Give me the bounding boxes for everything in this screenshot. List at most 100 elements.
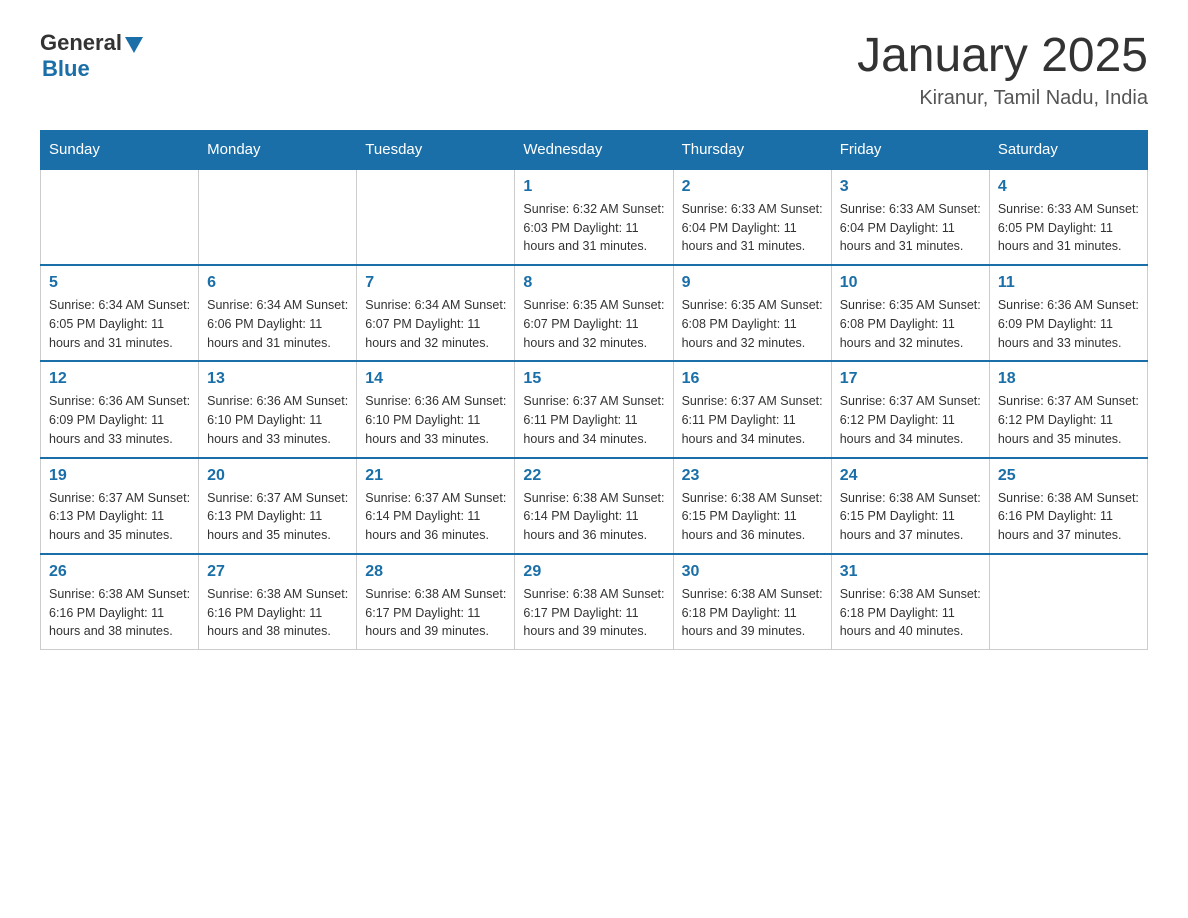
calendar-cell: 12 Sunrise: 6:36 AM Sunset: 6:09 PM Dayli… xyxy=(41,361,199,457)
calendar-cell: 17 Sunrise: 6:37 AM Sunset: 6:12 PM Dayli… xyxy=(831,361,989,457)
day-info: Sunrise: 6:35 AM Sunset: 6:08 PM Dayligh… xyxy=(840,296,981,352)
calendar-cell: 29Sunrise: 6:38 AM Sunset: 6:17 PM Dayli… xyxy=(515,554,673,650)
calendar-cell: 4 Sunrise: 6:33 AM Sunset: 6:05 PM Daylig… xyxy=(989,169,1147,265)
day-info: Sunrise: 6:36 AM Sunset: 6:10 PM Dayligh… xyxy=(365,392,506,448)
calendar-cell: 9 Sunrise: 6:35 AM Sunset: 6:08 PM Daylig… xyxy=(673,265,831,361)
day-info: Sunrise: 6:37 AM Sunset: 6:12 PM Dayligh… xyxy=(998,392,1139,448)
day-info: Sunrise: 6:38 AM Sunset: 6:17 PM Dayligh… xyxy=(365,585,506,641)
calendar-cell: 14 Sunrise: 6:36 AM Sunset: 6:10 PM Dayli… xyxy=(357,361,515,457)
logo-general-text: General xyxy=(40,30,122,56)
calendar-cell: 25 Sunrise: 6:38 AM Sunset: 6:16 PM Dayli… xyxy=(989,458,1147,554)
day-number: 20 xyxy=(207,467,348,485)
day-info: Sunrise: 6:36 AM Sunset: 6:09 PM Dayligh… xyxy=(998,296,1139,352)
calendar-cell: 23Sunrise: 6:38 AM Sunset: 6:15 PM Dayli… xyxy=(673,458,831,554)
calendar-cell: 28 Sunrise: 6:38 AM Sunset: 6:17 PM Dayli… xyxy=(357,554,515,650)
calendar-cell: 3 Sunrise: 6:33 AM Sunset: 6:04 PM Daylig… xyxy=(831,169,989,265)
calendar-cell: 24Sunrise: 6:38 AM Sunset: 6:15 PM Dayli… xyxy=(831,458,989,554)
day-info: Sunrise: 6:35 AM Sunset: 6:08 PM Dayligh… xyxy=(682,296,823,352)
calendar-week-4: 19Sunrise: 6:37 AM Sunset: 6:13 PM Dayli… xyxy=(41,458,1148,554)
day-number: 10 xyxy=(840,274,981,292)
calendar-cell: 18 Sunrise: 6:37 AM Sunset: 6:12 PM Dayli… xyxy=(989,361,1147,457)
day-info: Sunrise: 6:33 AM Sunset: 6:05 PM Dayligh… xyxy=(998,200,1139,256)
day-info: Sunrise: 6:38 AM Sunset: 6:16 PM Dayligh… xyxy=(49,585,190,641)
day-info: Sunrise: 6:37 AM Sunset: 6:11 PM Dayligh… xyxy=(682,392,823,448)
calendar-cell: 22Sunrise: 6:38 AM Sunset: 6:14 PM Dayli… xyxy=(515,458,673,554)
day-info: Sunrise: 6:37 AM Sunset: 6:11 PM Dayligh… xyxy=(523,392,664,448)
day-info: Sunrise: 6:33 AM Sunset: 6:04 PM Dayligh… xyxy=(840,200,981,256)
calendar-cell: 2Sunrise: 6:33 AM Sunset: 6:04 PM Daylig… xyxy=(673,169,831,265)
calendar-cell xyxy=(199,169,357,265)
day-number: 25 xyxy=(998,467,1139,485)
calendar-week-2: 5 Sunrise: 6:34 AM Sunset: 6:05 PM Daylig… xyxy=(41,265,1148,361)
day-info: Sunrise: 6:35 AM Sunset: 6:07 PM Dayligh… xyxy=(523,296,664,352)
day-number: 21 xyxy=(365,467,506,485)
day-number: 17 xyxy=(840,370,981,388)
calendar-cell: 11Sunrise: 6:36 AM Sunset: 6:09 PM Dayli… xyxy=(989,265,1147,361)
day-number: 23 xyxy=(682,467,823,485)
weekday-header-sunday: Sunday xyxy=(41,130,199,169)
calendar-cell: 5 Sunrise: 6:34 AM Sunset: 6:05 PM Daylig… xyxy=(41,265,199,361)
day-info: Sunrise: 6:34 AM Sunset: 6:07 PM Dayligh… xyxy=(365,296,506,352)
weekday-header-friday: Friday xyxy=(831,130,989,169)
day-number: 16 xyxy=(682,370,823,388)
calendar-cell: 31 Sunrise: 6:38 AM Sunset: 6:18 PM Dayli… xyxy=(831,554,989,650)
day-info: Sunrise: 6:32 AM Sunset: 6:03 PM Dayligh… xyxy=(523,200,664,256)
day-number: 22 xyxy=(523,467,664,485)
day-number: 4 xyxy=(998,178,1139,196)
day-number: 3 xyxy=(840,178,981,196)
calendar-week-1: 1Sunrise: 6:32 AM Sunset: 6:03 PM Daylig… xyxy=(41,169,1148,265)
day-info: Sunrise: 6:38 AM Sunset: 6:16 PM Dayligh… xyxy=(998,489,1139,545)
day-info: Sunrise: 6:36 AM Sunset: 6:09 PM Dayligh… xyxy=(49,392,190,448)
day-number: 5 xyxy=(49,274,190,292)
calendar-cell: 16 Sunrise: 6:37 AM Sunset: 6:11 PM Dayli… xyxy=(673,361,831,457)
weekday-header-tuesday: Tuesday xyxy=(357,130,515,169)
day-info: Sunrise: 6:38 AM Sunset: 6:18 PM Dayligh… xyxy=(840,585,981,641)
day-number: 15 xyxy=(523,370,664,388)
day-number: 2 xyxy=(682,178,823,196)
weekday-header-row: SundayMondayTuesdayWednesdayThursdayFrid… xyxy=(41,130,1148,169)
calendar-cell: 13Sunrise: 6:36 AM Sunset: 6:10 PM Dayli… xyxy=(199,361,357,457)
calendar-subtitle: Kiranur, Tamil Nadu, India xyxy=(857,87,1148,110)
calendar-cell: 21Sunrise: 6:37 AM Sunset: 6:14 PM Dayli… xyxy=(357,458,515,554)
calendar-cell: 1Sunrise: 6:32 AM Sunset: 6:03 PM Daylig… xyxy=(515,169,673,265)
calendar-cell: 20Sunrise: 6:37 AM Sunset: 6:13 PM Dayli… xyxy=(199,458,357,554)
calendar-cell: 7 Sunrise: 6:34 AM Sunset: 6:07 PM Daylig… xyxy=(357,265,515,361)
day-number: 19 xyxy=(49,467,190,485)
day-info: Sunrise: 6:36 AM Sunset: 6:10 PM Dayligh… xyxy=(207,392,348,448)
logo: General Blue xyxy=(40,30,143,82)
calendar-cell xyxy=(989,554,1147,650)
day-info: Sunrise: 6:38 AM Sunset: 6:16 PM Dayligh… xyxy=(207,585,348,641)
day-number: 9 xyxy=(682,274,823,292)
day-number: 18 xyxy=(998,370,1139,388)
weekday-header-wednesday: Wednesday xyxy=(515,130,673,169)
day-number: 31 xyxy=(840,563,981,581)
calendar-cell: 27 Sunrise: 6:38 AM Sunset: 6:16 PM Dayli… xyxy=(199,554,357,650)
day-number: 28 xyxy=(365,563,506,581)
day-number: 14 xyxy=(365,370,506,388)
day-info: Sunrise: 6:34 AM Sunset: 6:05 PM Dayligh… xyxy=(49,296,190,352)
logo-arrow-icon xyxy=(125,37,143,53)
calendar-cell: 19Sunrise: 6:37 AM Sunset: 6:13 PM Dayli… xyxy=(41,458,199,554)
calendar-cell xyxy=(357,169,515,265)
calendar-title: January 2025 xyxy=(857,30,1148,83)
weekday-header-monday: Monday xyxy=(199,130,357,169)
day-number: 30 xyxy=(682,563,823,581)
weekday-header-saturday: Saturday xyxy=(989,130,1147,169)
day-number: 12 xyxy=(49,370,190,388)
day-number: 27 xyxy=(207,563,348,581)
day-number: 8 xyxy=(523,274,664,292)
day-number: 6 xyxy=(207,274,348,292)
weekday-header-thursday: Thursday xyxy=(673,130,831,169)
page-header: General Blue January 2025 Kiranur, Tamil… xyxy=(40,30,1148,110)
day-number: 7 xyxy=(365,274,506,292)
day-info: Sunrise: 6:34 AM Sunset: 6:06 PM Dayligh… xyxy=(207,296,348,352)
day-info: Sunrise: 6:37 AM Sunset: 6:12 PM Dayligh… xyxy=(840,392,981,448)
title-section: January 2025 Kiranur, Tamil Nadu, India xyxy=(857,30,1148,110)
day-number: 29 xyxy=(523,563,664,581)
logo-blue-text: Blue xyxy=(42,56,90,82)
calendar-cell: 10 Sunrise: 6:35 AM Sunset: 6:08 PM Dayli… xyxy=(831,265,989,361)
calendar-cell: 6 Sunrise: 6:34 AM Sunset: 6:06 PM Daylig… xyxy=(199,265,357,361)
calendar-cell: 26Sunrise: 6:38 AM Sunset: 6:16 PM Dayli… xyxy=(41,554,199,650)
calendar-week-3: 12 Sunrise: 6:36 AM Sunset: 6:09 PM Dayli… xyxy=(41,361,1148,457)
day-info: Sunrise: 6:38 AM Sunset: 6:15 PM Dayligh… xyxy=(840,489,981,545)
